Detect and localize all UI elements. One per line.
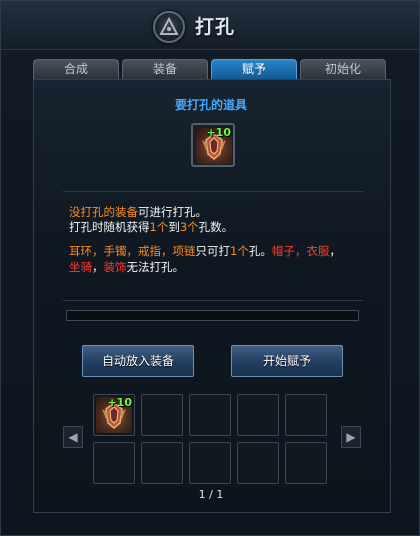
desc-highlight: 1个: [230, 244, 249, 258]
inventory-slot[interactable]: +10: [93, 394, 135, 436]
desc-highlight: 1个: [149, 220, 169, 234]
tab-equipment[interactable]: 装备: [122, 59, 208, 79]
enhance-level: +10: [107, 396, 132, 409]
desc-text: 孔。: [248, 244, 272, 258]
page-current: 1: [198, 488, 206, 501]
desc-text: 只可打: [195, 244, 231, 258]
desc-text: 无法打孔。: [126, 260, 185, 274]
inventory-slot[interactable]: [141, 394, 183, 436]
desc-text: 可进行打孔。: [138, 205, 207, 219]
enhance-level: +10: [206, 126, 231, 139]
desc-warning: 装饰: [103, 260, 127, 274]
desc-text: 打孔时随机获得: [69, 220, 150, 234]
next-page-icon[interactable]: ▶: [341, 426, 361, 448]
item-section-title: 要打孔的道具: [174, 98, 247, 112]
desc-line-1: 没打孔的装备可进行打孔。: [69, 205, 207, 220]
tab-grant[interactable]: 赋予: [211, 59, 297, 79]
inventory-slot[interactable]: [237, 442, 279, 484]
inventory-slot[interactable]: [189, 442, 231, 484]
auto-equip-button[interactable]: 自动放入装备: [82, 345, 194, 377]
desc-line-3: 耳环，手镯，戒指，项链只可打1个孔。帽子，衣服，: [69, 244, 341, 259]
desc-warning: 帽子，衣服: [271, 244, 330, 258]
drill-window: 打孔 合成 装备 赋予 初始化 要打孔的道具 +10 没打孔的装备可进行打孔。 …: [0, 0, 420, 536]
page-indicator: 1 / 1: [1, 488, 420, 501]
page-total: 1: [216, 488, 224, 501]
desc-line-2: 打孔时随机获得1个到3个孔数。: [69, 220, 233, 235]
title-bar[interactable]: 打孔: [1, 1, 419, 50]
inventory-slot[interactable]: [285, 394, 327, 436]
inventory-slot[interactable]: [285, 442, 327, 484]
inventory-slot[interactable]: [93, 442, 135, 484]
desc-warning: 坐骑: [69, 260, 92, 274]
desc-line-4: 坐骑，装饰无法打孔。: [69, 260, 184, 275]
divider-bottom: [63, 300, 363, 301]
desc-text: ，: [329, 244, 341, 258]
window-title: 打孔: [195, 16, 236, 38]
target-item-slot[interactable]: +10: [191, 123, 235, 167]
tab-synthesis[interactable]: 合成: [33, 59, 119, 79]
start-grant-button[interactable]: 开始赋予: [231, 345, 343, 377]
desc-highlight: 没打孔的装备: [69, 205, 138, 219]
prev-page-icon[interactable]: ◀: [63, 426, 83, 448]
desc-text: ，: [92, 260, 104, 274]
inventory-slot[interactable]: [237, 394, 279, 436]
divider-top: [63, 191, 363, 192]
inventory-slot[interactable]: [141, 442, 183, 484]
inventory-slot[interactable]: [189, 394, 231, 436]
desc-highlight: 耳环，手镯，戒指，项链: [69, 244, 196, 258]
tab-initialize[interactable]: 初始化: [300, 59, 386, 79]
progress-bar: [66, 310, 359, 321]
desc-highlight: 3个: [179, 220, 199, 234]
page-separator: /: [209, 488, 213, 501]
emblem-icon: [153, 11, 185, 43]
desc-text: 到: [168, 220, 180, 234]
desc-text: 孔数。: [198, 220, 234, 234]
